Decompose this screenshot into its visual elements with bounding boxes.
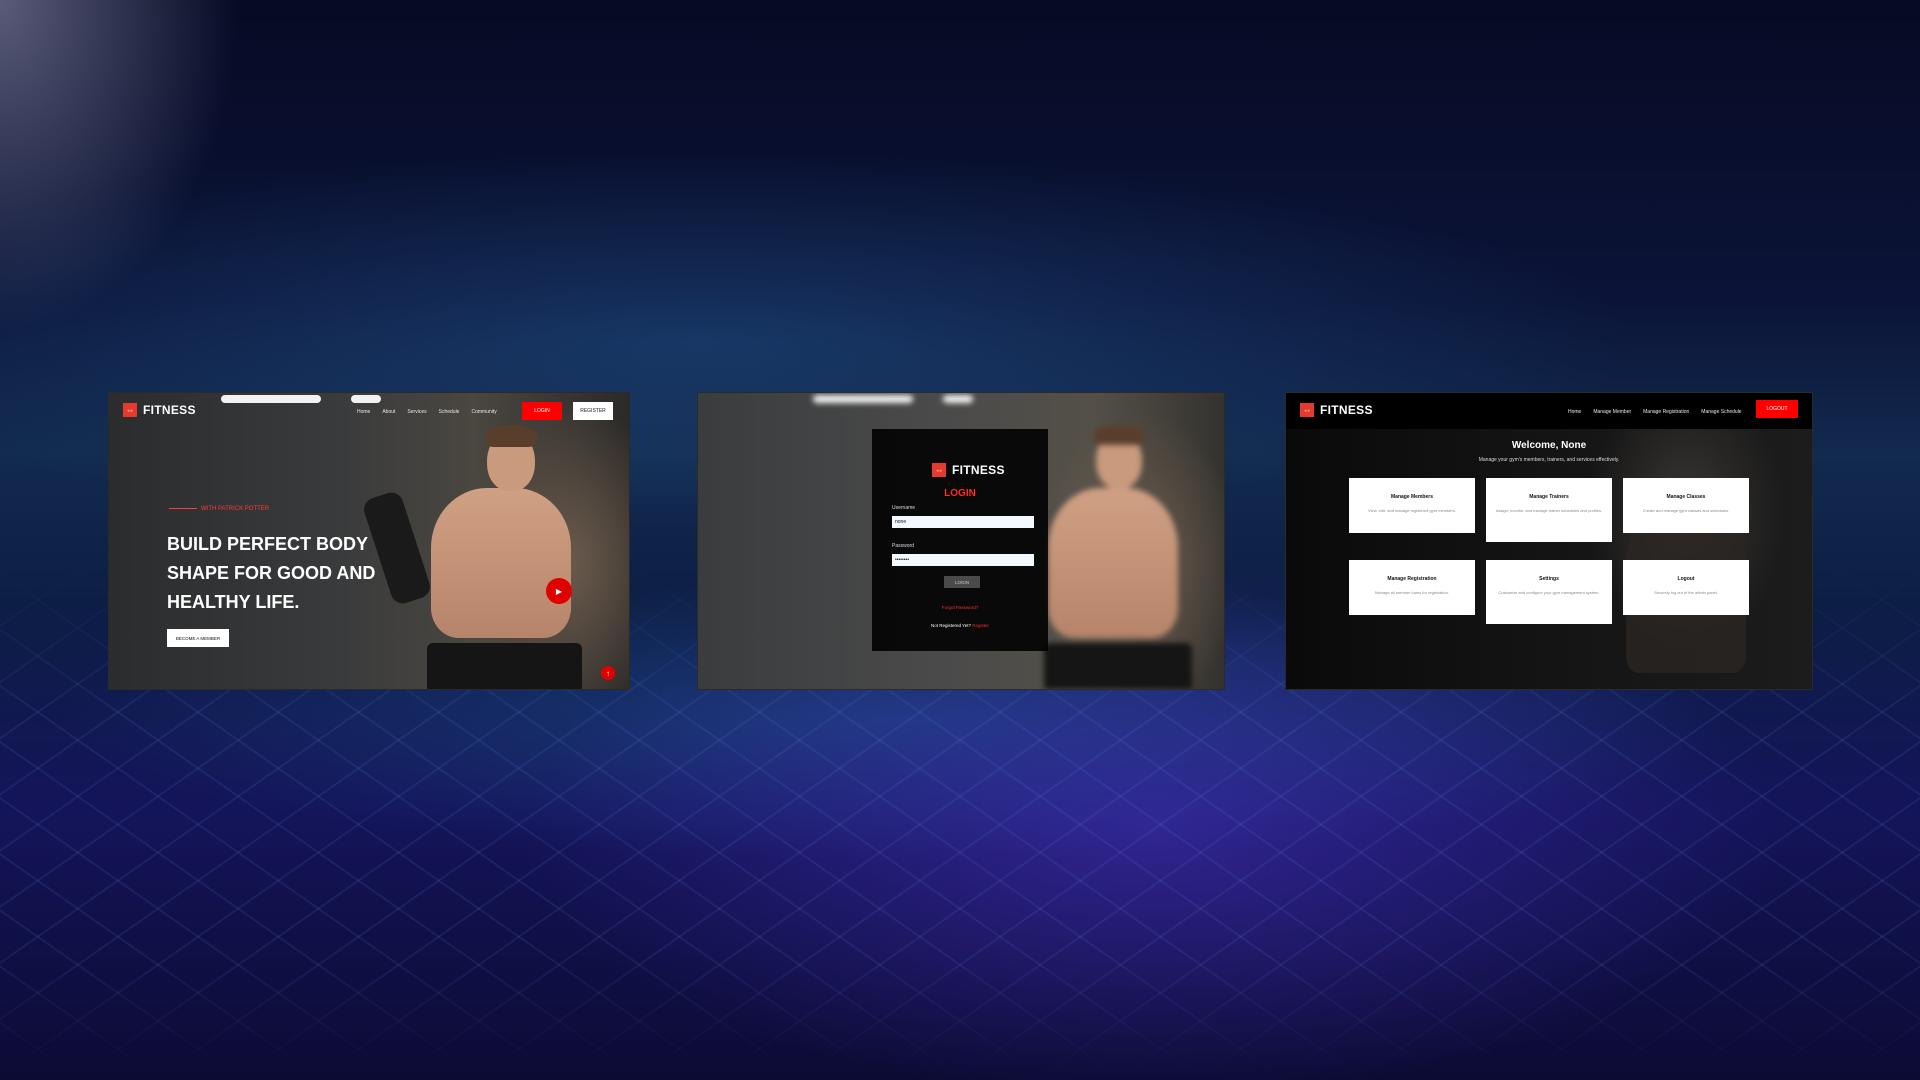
dumbbell-icon: ⇔	[123, 403, 137, 417]
brand-logo[interactable]: ⇔ FITNESS	[123, 403, 196, 417]
card-description: View, edit, and manage registered gym me…	[1368, 508, 1456, 513]
card-title: Manage Registration	[1387, 576, 1437, 582]
card-manage-trainers[interactable]: Manage Trainers Assign, monitor, and man…	[1486, 478, 1612, 542]
brand-logo: ⇔ FITNESS	[932, 463, 1005, 477]
forgot-password-link[interactable]: Forgot Password?	[872, 605, 1048, 610]
brand-name: FITNESS	[952, 463, 1005, 477]
card-manage-registration[interactable]: Manage Registration Manage all member lo…	[1349, 560, 1475, 615]
brand-logo[interactable]: ⇔ FITNESS	[1300, 403, 1373, 417]
admin-dashboard-screenshot: ⇔ FITNESS Home Manage Member Manage Regi…	[1285, 392, 1813, 690]
username-label: Username	[892, 505, 916, 511]
card-title: Manage Trainers	[1529, 494, 1569, 500]
welcome-heading: Welcome, None	[1511, 440, 1587, 451]
nav-manage-member[interactable]: Manage Member	[1593, 409, 1631, 415]
logout-button[interactable]: LOGOUT	[1756, 400, 1798, 418]
register-link[interactable]: Register	[972, 623, 989, 628]
login-page-screenshot: ⇔ FITNESS LOGIN Username none Password •…	[697, 392, 1225, 690]
card-logout[interactable]: Logout Securely log out of the admin pan…	[1623, 560, 1749, 615]
card-title: Logout	[1677, 576, 1695, 582]
card-settings[interactable]: Settings Customize and configure your gy…	[1486, 560, 1612, 624]
nav-schedule[interactable]: Schedule	[439, 409, 460, 415]
login-button[interactable]: LOGIN	[522, 402, 562, 420]
brand-name: FITNESS	[1320, 403, 1373, 417]
password-input[interactable]: ••••••••	[892, 554, 1034, 566]
nav-about[interactable]: About	[382, 409, 395, 415]
nav-manage-registration[interactable]: Manage Registration	[1643, 409, 1689, 415]
card-manage-classes[interactable]: Manage Classes Create and manage gym cla…	[1623, 478, 1749, 533]
dashboard-nav: Home Manage Member Manage Registration M…	[1568, 409, 1742, 415]
register-prompt-text: Not Registered Yet?	[930, 623, 971, 628]
card-description: Manage all member loans for registration…	[1375, 590, 1449, 595]
dumbbell-icon: ⇔	[932, 463, 946, 477]
become-member-button[interactable]: BECOME A MEMBER	[167, 629, 229, 647]
dashboard-header: ⇔ FITNESS Home Manage Member Manage Regi…	[1286, 393, 1812, 429]
arrow-up-icon[interactable]: ↑	[601, 666, 615, 680]
card-title: Settings	[1539, 576, 1559, 582]
username-input[interactable]: none	[892, 516, 1034, 528]
login-title: LOGIN	[944, 488, 976, 499]
card-description: Customize and configure your gym managem…	[1498, 590, 1600, 595]
register-button[interactable]: REGISTER	[573, 402, 613, 420]
card-description: Create and manage gym classes and schedu…	[1642, 508, 1730, 513]
nav-community[interactable]: Community	[471, 409, 496, 415]
register-prompt: Not Registered Yet? Register	[872, 623, 1048, 628]
main-nav: Home About Services Schedule Community	[357, 409, 497, 415]
hero-title: BUILD PERFECT BODY SHAPE FOR GOOD AND HE…	[167, 534, 376, 612]
nav-services[interactable]: Services	[407, 409, 426, 415]
tagline-divider	[169, 508, 197, 509]
login-card: ⇔ FITNESS LOGIN Username none Password •…	[872, 429, 1048, 651]
dumbbell-icon: ⇔	[1300, 403, 1314, 417]
card-description: Securely log out of the admin panel.	[1654, 590, 1718, 595]
brand-name: FITNESS	[143, 403, 196, 417]
play-icon[interactable]: ▶	[546, 578, 572, 604]
card-manage-members[interactable]: Manage Members View, edit, and manage re…	[1349, 478, 1475, 533]
card-title: Manage Members	[1391, 494, 1433, 500]
card-description: Assign, monitor, and manage trainer sche…	[1495, 508, 1603, 513]
nav-home[interactable]: Home	[1568, 409, 1581, 415]
nav-manage-schedule[interactable]: Manage Schedule	[1701, 409, 1741, 415]
home-page-screenshot: ⇔ FITNESS Home About Services Schedule C…	[108, 392, 630, 690]
login-submit-button[interactable]: LOGIN	[944, 576, 980, 588]
welcome-subtitle: Manage your gym's members, trainers, and…	[1478, 457, 1620, 463]
background-glow	[0, 0, 260, 360]
nav-home[interactable]: Home	[357, 409, 370, 415]
password-label: Password	[892, 543, 914, 549]
hero-tagline: WITH PATRICK POTTER	[201, 506, 270, 512]
card-title: Manage Classes	[1666, 494, 1706, 500]
